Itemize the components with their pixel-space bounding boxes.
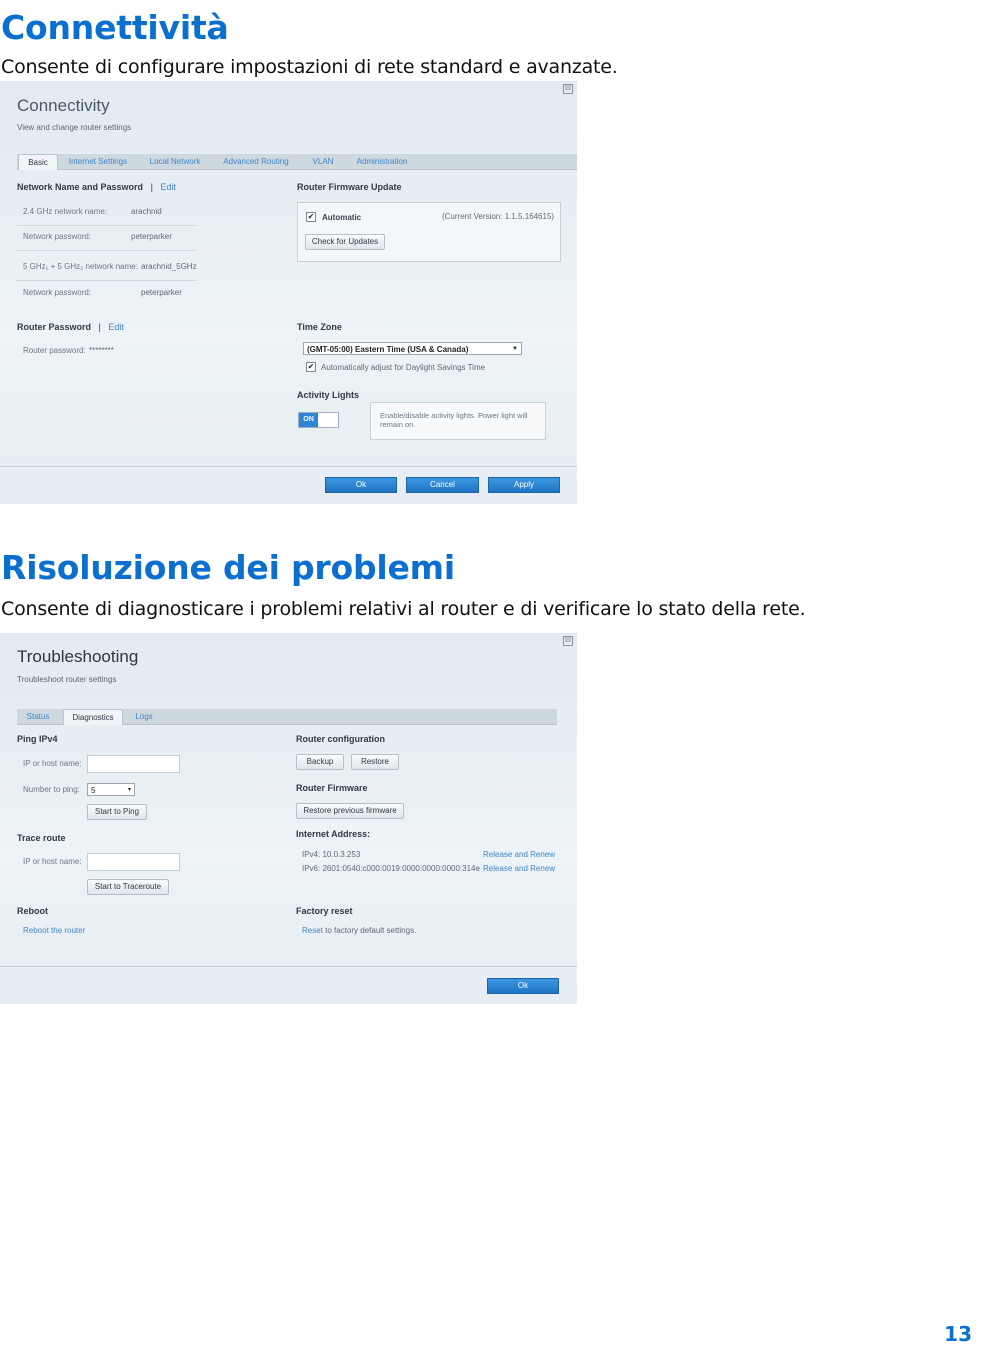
trace-host-label: IP or host name: — [23, 857, 82, 866]
close-icon[interactable]: ☒ — [563, 636, 573, 646]
tab-administration[interactable]: Administration — [349, 154, 415, 169]
separator: | — [150, 182, 153, 192]
tab-advanced-routing[interactable]: Advanced Routing — [217, 154, 295, 169]
network-edit-link[interactable]: Edit — [160, 182, 176, 192]
network-5-label: 5 GHz₁ + 5 GHz₂ network name: — [23, 262, 138, 271]
factory-reset-heading: Factory reset — [296, 906, 353, 916]
tab-vlan[interactable]: VLAN — [305, 154, 341, 169]
firmware-update-box: ✔ Automatic (Current Version: 1.1.5.1646… — [297, 202, 561, 262]
footer-divider — [0, 966, 577, 967]
dst-checkbox[interactable]: ✔ — [306, 362, 316, 372]
automatic-label: Automatic — [322, 213, 362, 222]
separator: | — [98, 322, 101, 332]
network-pw1-label: Network password: — [23, 232, 92, 241]
divider — [17, 280, 197, 281]
activity-lights-info: Enable/disable activity lights. Power li… — [380, 411, 528, 429]
activity-lights-heading: Activity Lights — [297, 390, 360, 400]
check-for-updates-button[interactable]: Check for Updates — [305, 234, 385, 250]
router-firmware-heading: Router Firmware — [296, 783, 368, 793]
reboot-link[interactable]: Reboot the router — [23, 926, 85, 935]
backup-button[interactable]: Backup — [296, 754, 344, 770]
network-pw1-value: peterparker — [131, 232, 172, 241]
cancel-button[interactable]: Cancel — [406, 477, 479, 493]
tab-local-network[interactable]: Local Network — [142, 154, 208, 169]
network-name-heading: Network Name and Password | Edit — [17, 182, 176, 192]
window-title: Troubleshooting — [17, 647, 139, 666]
ipv4-release-renew-link[interactable]: Release and Renew — [483, 850, 555, 859]
factory-reset-description: to factory default settings. — [322, 926, 417, 935]
ipv4-address: IPv4: 10.0.3.253 — [302, 850, 361, 859]
tab-status[interactable]: Status — [19, 709, 57, 724]
chevron-down-icon: ▾ — [127, 787, 131, 793]
apply-button[interactable]: Apply — [488, 477, 560, 493]
time-zone-heading: Time Zone — [297, 322, 342, 332]
automatic-checkbox[interactable]: ✔ — [306, 212, 316, 222]
router-password-value: ******** — [89, 346, 114, 355]
footer-divider — [0, 466, 577, 467]
factory-reset-link[interactable]: Reset — [302, 926, 323, 935]
start-ping-button[interactable]: Start to Ping — [87, 804, 147, 820]
trace-route-heading: Trace route — [17, 833, 66, 843]
trace-host-input[interactable] — [87, 853, 180, 871]
restore-button[interactable]: Restore — [351, 754, 399, 770]
internet-address-heading: Internet Address: — [296, 829, 371, 839]
troubleshooting-description: Consente di diagnosticare i problemi rel… — [1, 598, 806, 620]
time-zone-value: (GMT-05:00) Eastern Time (USA & Canada) — [307, 345, 469, 354]
network-24-value: arachnid — [131, 207, 162, 216]
network-pw2-value: peterparker — [141, 288, 182, 297]
toggle-on-label: ON — [299, 413, 318, 427]
ping-count-value: 5 — [91, 786, 96, 795]
network-24-label: 2.4 GHz network name: — [23, 207, 108, 216]
ping-heading: Ping IPv4 — [17, 734, 58, 744]
activity-lights-info-box: Enable/disable activity lights. Power li… — [370, 402, 546, 440]
window-subtitle: View and change router settings — [17, 123, 132, 132]
factory-reset-text: Reset to factory default settings. — [302, 926, 416, 935]
connectivity-screenshot: ☒ Connectivity View and change router se… — [0, 81, 577, 504]
troubleshooting-screenshot: ☒ Troubleshooting Troubleshoot router se… — [0, 633, 577, 1004]
connectivity-description: Consente di configurare impostazioni di … — [1, 56, 618, 78]
network-pw2-label: Network password: — [23, 288, 92, 297]
divider — [17, 250, 197, 251]
network-name-title: Network Name and Password — [17, 182, 144, 192]
close-icon[interactable]: ☒ — [563, 84, 573, 94]
router-password-title: Router Password — [17, 322, 92, 332]
start-traceroute-button[interactable]: Start to Traceroute — [87, 879, 169, 895]
ping-host-label: IP or host name: — [23, 759, 82, 768]
router-password-label: Router password: — [23, 346, 86, 355]
network-5-value: arachnid_5GHz — [141, 262, 197, 271]
window-subtitle: Troubleshoot router settings — [17, 675, 117, 684]
tab-bar: Basic Internet Settings Local Network Ad… — [17, 154, 577, 170]
reboot-heading: Reboot — [17, 906, 48, 916]
ping-count-select[interactable]: 5 ▾ — [87, 783, 135, 796]
window-title: Connectivity — [17, 96, 110, 115]
router-config-heading: Router configuration — [296, 734, 385, 744]
ok-button[interactable]: Ok — [325, 477, 397, 493]
restore-previous-firmware-button[interactable]: Restore previous firmware — [296, 803, 404, 819]
page-number: 13 — [944, 1322, 972, 1346]
tab-internet-settings[interactable]: Internet Settings — [63, 154, 133, 169]
activity-lights-toggle[interactable]: ON — [298, 412, 339, 428]
router-password-edit-link[interactable]: Edit — [108, 322, 124, 332]
time-zone-select[interactable]: (GMT-05:00) Eastern Time (USA & Canada) … — [303, 342, 522, 355]
troubleshooting-heading: Risoluzione dei problemi — [1, 548, 455, 587]
tab-basic[interactable]: Basic — [18, 154, 58, 170]
divider — [17, 225, 197, 226]
connectivity-heading: Connettività — [1, 8, 229, 47]
ping-count-label: Number to ping: — [23, 785, 80, 794]
dst-label: Automatically adjust for Daylight Saving… — [321, 363, 486, 372]
router-password-heading: Router Password | Edit — [17, 322, 124, 332]
ok-button[interactable]: Ok — [487, 978, 559, 994]
firmware-update-heading: Router Firmware Update — [297, 182, 402, 192]
tab-logs[interactable]: Logs — [127, 709, 161, 724]
current-version: (Current Version: 1.1.5.164615) — [442, 212, 555, 221]
tab-bar: Status Diagnostics Logs — [17, 709, 557, 725]
ipv6-address: IPv6: 2601:0540:c000:0019:0000:0000:0000… — [302, 864, 480, 873]
tab-diagnostics[interactable]: Diagnostics — [63, 709, 123, 725]
chevron-down-icon: ▼ — [512, 346, 518, 352]
ping-host-input[interactable] — [87, 755, 180, 773]
ipv6-release-renew-link[interactable]: Release and Renew — [483, 864, 555, 873]
